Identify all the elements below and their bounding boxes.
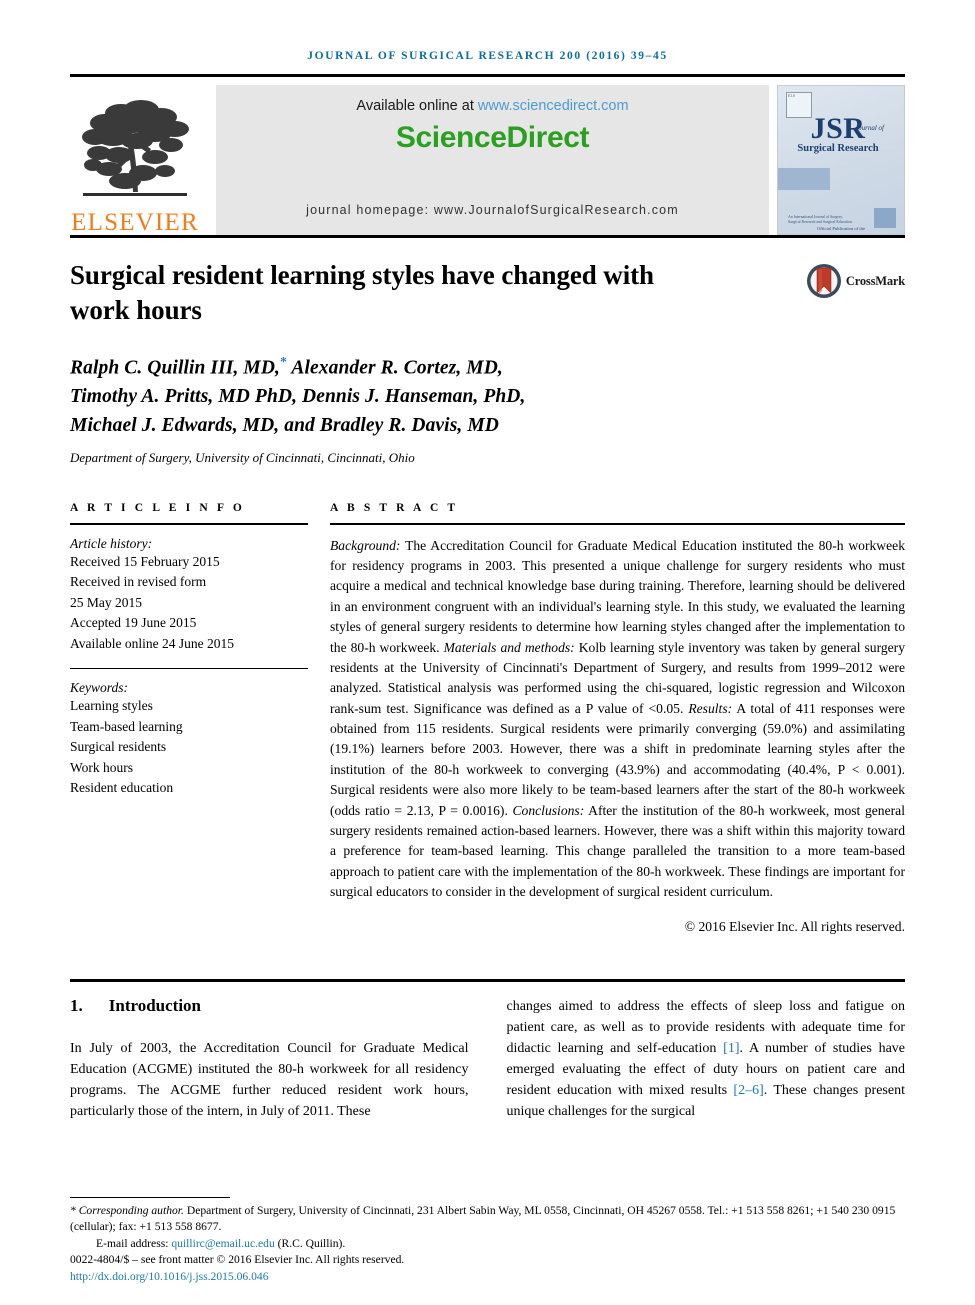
keyword-item: Resident education — [70, 780, 174, 796]
abstract-heading: A B S T R A C T — [330, 501, 459, 514]
citation-link-1[interactable]: [1] — [723, 1041, 739, 1056]
abstract-conclusions-label: Conclusions: — [512, 802, 585, 818]
issn-line: 0022-4804/$ – see front matter © 2016 El… — [70, 1253, 405, 1267]
history-item: Accepted 19 June 2015 — [70, 615, 197, 631]
section-title: Introduction — [108, 995, 202, 1015]
history-item: Received 15 February 2015 — [70, 553, 220, 569]
journal-homepage-line[interactable]: journal homepage: www.JournalofSurgicalR… — [306, 203, 679, 217]
intro-paragraph-left: In July of 2003, the Accreditation Counc… — [70, 1040, 469, 1119]
corresponding-author-note: * Corresponding author. Department of Su… — [70, 1203, 905, 1236]
page-title: Surgical resident learning styles have c… — [70, 260, 654, 325]
sciencedirect-wordmark: ScienceDirect — [395, 121, 590, 154]
crossmark-badge[interactable]: CrossMark — [806, 263, 905, 299]
crossmark-label: CrossMark — [845, 273, 905, 288]
footnote-rule — [70, 1196, 230, 1198]
keyword-item: Work hours — [70, 759, 134, 775]
abstract-underline — [330, 522, 905, 525]
sciencedirect-link[interactable]: www.sciencedirect.com — [478, 98, 629, 114]
author-line-3: Michael J. Edwards, MD, and Bradley R. D… — [70, 414, 499, 436]
corr-text: Department of Surgery, University of Cin… — [70, 1203, 896, 1234]
citation-link-2[interactable]: [2–6] — [733, 1083, 763, 1098]
history-item: Available online 24 June 2015 — [70, 635, 234, 651]
cover-footer-line2: Surgical Research and Surgical Education — [788, 220, 852, 225]
cover-journal-of: Journal of — [855, 124, 884, 132]
history-item: 25 May 2015 — [70, 594, 142, 610]
abstract-results-label: Results: — [688, 700, 733, 716]
abstract-background-text: The Accreditation Council for Graduate M… — [330, 537, 905, 655]
running-head: JOURNAL OF SURGICAL RESEARCH 200 (2016) … — [307, 50, 668, 62]
article-history-label: Article history: — [70, 535, 153, 551]
author-line-2: Timothy A. Pritts, MD PhD, Dennis J. Han… — [70, 386, 526, 408]
body-right-column: changes aimed to address the effects of … — [507, 996, 906, 1122]
cover-band-left — [778, 168, 830, 190]
intro-paragraph-right: changes aimed to address the effects of … — [507, 996, 906, 1122]
crossmark-icon — [806, 264, 841, 298]
abstract-background-label: Background: — [330, 537, 401, 553]
article-info-column: A R T I C L E I N F O Article history: R… — [70, 502, 308, 935]
history-item: Received in revised form — [70, 574, 207, 590]
keyword-item: Surgical residents — [70, 739, 167, 755]
masthead: ELSEVIER Available online at www.science… — [70, 85, 905, 235]
body-left-column: 1. Introduction In July of 2003, the Acc… — [70, 996, 469, 1122]
author-line-1a: Ralph C. Quillin III, MD, — [70, 357, 281, 379]
keywords-label: Keywords: — [70, 680, 128, 696]
author-line-1: Ralph C. Quillin III, MD,* Alexander R. … — [70, 353, 905, 383]
section-heading: 1. Introduction — [70, 996, 469, 1016]
section-number: 1. — [70, 995, 83, 1015]
header-divider — [70, 74, 905, 77]
author-list: Ralph C. Quillin III, MD,* Alexander R. … — [70, 353, 905, 440]
body-columns: 1. Introduction In July of 2003, the Acc… — [70, 996, 905, 1122]
article-info-underline — [70, 522, 308, 525]
available-online-line: Available online at www.sciencedirect.co… — [356, 98, 628, 114]
email-label: E-mail address: — [96, 1236, 172, 1250]
elsevier-tree-icon — [75, 97, 195, 209]
cover-title-group: JSR Journal of Surgical Research — [778, 112, 898, 154]
journal-cover-thumbnail: ELS JSR Journal of Surgical Research Off… — [777, 85, 905, 235]
cover-affiliation-line1: Official Publication of the — [816, 226, 865, 231]
doi-link[interactable]: http://dx.doi.org/10.1016/j.jss.2015.06.… — [70, 1269, 905, 1285]
elsevier-wordmark: ELSEVIER — [71, 209, 199, 236]
email-suffix: (R.C. Quillin). — [274, 1236, 346, 1250]
info-abstract-region: A R T I C L E I N F O Article history: R… — [70, 502, 905, 935]
article-info-divider — [70, 668, 308, 670]
abstract-copyright: © 2016 Elsevier Inc. All rights reserved… — [684, 918, 905, 934]
corr-label: Corresponding author. — [78, 1203, 184, 1217]
cover-band-right — [874, 208, 896, 228]
email-link[interactable]: quillirc@email.uc.edu — [171, 1237, 274, 1250]
cover-footer-text: An International Journal of Surgery, Sur… — [788, 215, 852, 226]
abstract-results-text: A total of 411 responses were obtained f… — [330, 700, 906, 818]
keywords-list: Learning styles Team-based learning Surg… — [70, 696, 308, 799]
article-history-list: Received 15 February 2015 Received in re… — [70, 552, 308, 655]
footnote-region: * Corresponding author. Department of Su… — [70, 1196, 905, 1285]
cover-affiliation-text: Official Publication of the Association … — [778, 226, 904, 234]
corr-star: * — [70, 1203, 76, 1217]
keyword-item: Learning styles — [70, 698, 153, 714]
cover-affiliation-line2: Association for Academic Surgery — [778, 233, 904, 234]
abstract-column: A B S T R A C T Background: The Accredit… — [330, 502, 905, 935]
sciencedirect-banner: Available online at www.sciencedirect.co… — [216, 85, 769, 235]
body-divider — [70, 978, 905, 982]
elsevier-logo: ELSEVIER — [70, 85, 208, 235]
author-line-1b: Alexander R. Cortez, MD, — [287, 357, 503, 379]
article-info-heading: A R T I C L E I N F O — [70, 501, 245, 514]
abstract-body: Background: The Accreditation Council fo… — [330, 536, 905, 903]
affiliation: Department of Surgery, University of Cin… — [70, 449, 415, 465]
available-online-prefix: Available online at — [356, 98, 478, 114]
email-note: E-mail address: quillirc@email.uc.edu (R… — [70, 1236, 905, 1252]
abstract-methods-label: Materials and methods: — [443, 639, 575, 655]
cover-journal-name: Surgical Research — [797, 143, 879, 154]
article-page: JOURNAL OF SURGICAL RESEARCH 200 (2016) … — [0, 0, 975, 1305]
title-block: Surgical resident learning styles have c… — [70, 258, 905, 327]
keyword-item: Team-based learning — [70, 718, 183, 734]
